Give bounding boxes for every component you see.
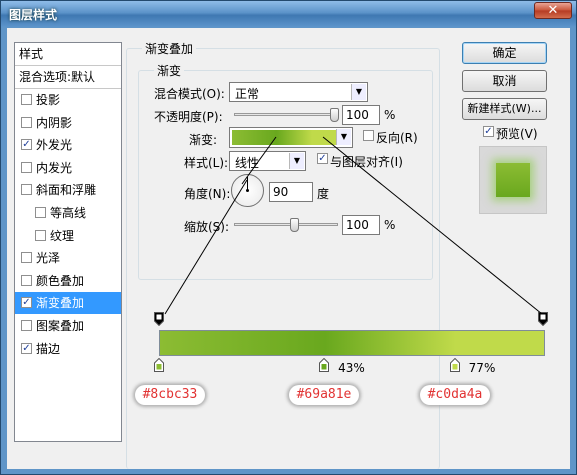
style-checkbox[interactable]: [21, 274, 32, 286]
style-select[interactable]: 线性 ▼: [229, 151, 306, 171]
reverse-checkbox[interactable]: [363, 130, 374, 141]
color-stop-hex-tag: #c0da4a: [420, 385, 490, 405]
style-list-item-label: 图案叠加: [36, 319, 85, 333]
style-list-item-label: 内阴影: [36, 115, 73, 130]
gradient-label: 渐变:: [189, 133, 218, 147]
preview-checkbox[interactable]: ✓: [483, 126, 494, 137]
opacity-slider-track[interactable]: [234, 113, 338, 116]
angle-label: 角度(N):: [184, 187, 231, 201]
scale-slider-thumb[interactable]: [290, 218, 299, 232]
style-list-item-label: 投影: [36, 93, 61, 107]
style-value: 线性: [235, 156, 260, 170]
gradient-swatch[interactable]: [232, 130, 336, 145]
blend-mode-label: 混合模式(O):: [154, 87, 225, 101]
new-style-button[interactable]: 新建样式(W)...: [462, 98, 547, 120]
scale-unit: %: [384, 218, 396, 232]
style-list-item[interactable]: ✓ 外发光: [15, 134, 121, 156]
color-stop-hex-tag: #69a81e: [289, 385, 359, 405]
color-stop-percent: 77%: [468, 361, 496, 375]
style-list-item[interactable]: 图案叠加: [15, 315, 121, 337]
gradient-group-title: 渐变: [154, 62, 185, 79]
chevron-down-icon: ▼: [351, 84, 366, 100]
style-checkbox[interactable]: [35, 207, 46, 218]
color-stop-hex-tag: #8cbc33: [135, 385, 205, 405]
reverse-label[interactable]: 反向(R): [376, 129, 418, 146]
style-list-item-label: 内发光: [36, 160, 73, 175]
style-list-item-label: 渐变叠加: [36, 296, 85, 311]
opacity-label: 不透明度(P):: [154, 110, 223, 124]
style-list-item-label: 外发光: [36, 138, 73, 153]
dialog-body: 样式 混合选项:默认 投影内阴影 ✓ 外发光内发光斜面和浮雕等高线纹理光泽颜色叠加 ✓…: [7, 28, 570, 469]
style-list-item-label: 描边: [36, 341, 61, 356]
style-list-item[interactable]: 内发光: [15, 157, 121, 179]
style-checkbox[interactable]: ✓: [21, 342, 32, 354]
style-list-item[interactable]: 纹理: [15, 225, 121, 247]
title-bar[interactable]: 图层样式 ✕: [1, 1, 576, 27]
style-list-item[interactable]: 颜色叠加: [15, 270, 121, 292]
opacity-input[interactable]: 100: [342, 105, 380, 125]
style-checkbox[interactable]: ✓: [21, 139, 32, 151]
color-stop[interactable]: [154, 357, 164, 372]
blend-mode-select[interactable]: 正常 ▼: [229, 82, 368, 102]
scale-input[interactable]: 100: [342, 215, 380, 235]
style-list-item[interactable]: ✓ 渐变叠加: [15, 292, 121, 315]
opacity-stop[interactable]: [154, 312, 164, 327]
style-checkbox[interactable]: [21, 184, 32, 196]
style-checkbox[interactable]: ✓: [21, 297, 32, 309]
style-label: 样式(L):: [184, 156, 229, 170]
style-list-item-label: 等高线: [50, 206, 87, 220]
style-checkbox[interactable]: [21, 320, 32, 331]
style-list-item[interactable]: 内阴影: [15, 112, 121, 134]
blend-options-item[interactable]: 混合选项:默认: [15, 66, 121, 89]
style-list-item-label: 斜面和浮雕: [36, 183, 97, 198]
style-list-item-label: 颜色叠加: [36, 273, 85, 288]
color-stop-percent: 43%: [338, 361, 365, 375]
layer-style-dialog: 图层样式 ✕ 样式 混合选项:默认 投影内阴影 ✓ 外发光内发光斜面和浮雕等高线纹理…: [0, 0, 577, 475]
cancel-button[interactable]: 取消: [462, 70, 547, 92]
preview-swatch: [496, 163, 530, 197]
align-with-layer-label[interactable]: 与图层对齐(I): [330, 153, 403, 170]
opacity-stop[interactable]: [538, 312, 548, 327]
color-stop[interactable]: [449, 357, 460, 372]
scale-slider-track[interactable]: [234, 223, 338, 226]
style-list-item[interactable]: 斜面和浮雕: [15, 179, 121, 201]
angle-input[interactable]: 90: [269, 182, 313, 202]
window-title: 图层样式: [9, 8, 58, 22]
style-list-item-label: 光泽: [36, 251, 61, 266]
blend-mode-value: 正常: [235, 87, 260, 101]
chevron-down-icon[interactable]: ▼: [336, 129, 351, 145]
style-list-item-label: 纹理: [50, 228, 75, 243]
scale-label: 缩放(S):: [184, 220, 230, 234]
angle-unit: 度: [317, 187, 330, 201]
style-checkbox[interactable]: [21, 161, 32, 173]
style-checkbox[interactable]: [21, 116, 32, 128]
style-checkbox[interactable]: [21, 252, 32, 264]
style-preview: [479, 146, 547, 214]
ok-button[interactable]: 确定: [462, 42, 547, 64]
gradient-editor-bar[interactable]: [159, 330, 545, 356]
style-list-header[interactable]: 样式: [15, 43, 121, 66]
style-list-item[interactable]: 投影: [15, 89, 121, 111]
style-checkbox[interactable]: [21, 94, 32, 105]
close-button[interactable]: ✕: [534, 2, 572, 19]
chevron-down-icon: ▼: [289, 153, 304, 169]
opacity-slider-thumb[interactable]: [330, 108, 339, 122]
gradient-picker[interactable]: ▼: [229, 127, 353, 148]
color-stop[interactable]: [319, 357, 330, 372]
style-list-item[interactable]: 光泽: [15, 247, 121, 269]
style-list: 样式 混合选项:默认 投影内阴影 ✓ 外发光内发光斜面和浮雕等高线纹理光泽颜色叠加 ✓…: [14, 42, 122, 442]
section-title: 渐变叠加: [142, 40, 197, 57]
style-list-item[interactable]: ✓ 描边: [15, 338, 121, 360]
style-list-item[interactable]: 等高线: [15, 202, 121, 224]
angle-dial-center: [246, 189, 249, 192]
style-checkbox[interactable]: [35, 229, 46, 241]
align-with-layer-checkbox[interactable]: ✓: [317, 153, 328, 164]
angle-dial[interactable]: [231, 174, 264, 207]
opacity-unit: %: [384, 108, 396, 122]
preview-label[interactable]: 预览(V): [496, 125, 538, 142]
